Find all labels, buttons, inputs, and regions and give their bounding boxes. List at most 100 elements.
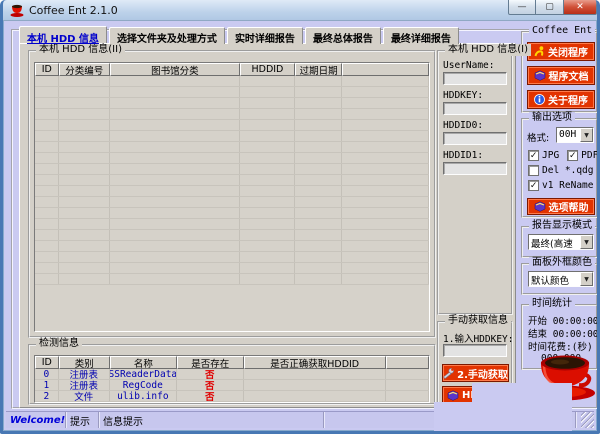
maximize-button[interactable]: ▢ [536,0,564,15]
table-cell [342,186,429,196]
group-title: 输出选项 [529,112,575,124]
column-header[interactable]: 是否存在 [177,356,244,369]
close-program-button[interactable]: 关闭程序 [527,42,595,61]
report-mode-select[interactable]: 最终(高速 ▼ [528,234,594,250]
group-title: 本机 HDD 信息(I) [445,44,531,56]
checkbox-label: PDF [581,150,598,161]
empty-checkbox[interactable] [528,165,539,176]
close-button[interactable]: ✕ [564,0,597,15]
table-row[interactable]: 0注册表SSReaderData否 [35,369,429,380]
table-cell [342,219,429,229]
field-input[interactable] [443,162,507,175]
column-header[interactable]: 过期日期 [295,63,342,76]
checkbox-jpg[interactable]: ✓JPG [528,150,559,161]
checkbox-del-qdg[interactable]: Del *.qdg [528,165,593,176]
column-header[interactable]: 分类编号 [59,63,110,76]
table-cell [59,402,110,403]
table-cell [59,263,110,273]
table-row[interactable]: 2文件ulib.info否 [35,391,429,402]
column-header[interactable]: ID [35,356,59,369]
table-cell [240,109,295,119]
tab-1[interactable]: 选择文件夹及处理方式 [109,27,225,44]
detect-info-table[interactable]: ID类别名称是否存在是否正确获取HDDID0注册表SSReaderData否1注… [34,355,430,403]
table-cell [59,241,110,251]
table-cell [342,131,429,141]
table-cell [295,120,342,130]
tab-4[interactable]: 最终详细报告 [383,27,459,44]
title-bar[interactable]: Coffee Ent 2.1.0 — ▢ ✕ [3,0,597,21]
tab-2[interactable]: 实时详细报告 [227,27,303,44]
field-input[interactable] [443,102,507,115]
table-cell [342,120,429,130]
table-cell [35,230,59,240]
resize-grip[interactable] [581,412,594,428]
table-empty-row [35,402,429,403]
table-cell [342,274,429,284]
column-header[interactable]: 图书馆分类 [110,63,240,76]
table-cell [240,98,295,108]
chevron-down-icon[interactable]: ▼ [580,235,593,249]
table-cell [244,402,386,403]
table-cell: 0 [35,369,59,379]
checkbox-label: Del *.qdg [542,165,593,176]
options-help-button[interactable]: 选项帮助 [527,198,595,215]
chevron-down-icon[interactable]: ▼ [580,272,593,286]
table-cell [295,87,342,97]
manual-get-button[interactable]: 2.手动获取 [442,364,509,382]
checkmark-icon[interactable]: ✓ [528,180,539,191]
column-header[interactable] [386,356,429,369]
program-docs-button[interactable]: 程序文档 [527,66,595,85]
format-select[interactable]: 00H ▼ [556,127,594,143]
table-cell [342,142,429,152]
column-header[interactable]: ID [35,63,59,76]
tab-3[interactable]: 最终总体报告 [305,27,381,44]
table-cell [110,197,240,207]
field-input[interactable] [443,132,507,145]
time-end: 结束 00:00:00 [528,326,599,340]
field-input[interactable] [443,72,507,85]
checkbox-v1-rename[interactable]: ✓v1 ReName [528,180,593,191]
hdd-info-table[interactable]: ID分类编号图书馆分类HDDID过期日期 [34,62,430,332]
manual-hddkey-input[interactable] [443,344,507,357]
tab-0[interactable]: 本机 HDD 信息 [19,26,107,43]
table-cell [110,142,240,152]
table-cell [244,369,386,379]
table-cell [59,98,110,108]
table-cell [59,120,110,130]
table-cell [35,131,59,141]
table-cell [295,153,342,163]
table-cell: RegCode [110,380,177,390]
table-empty-row [35,197,429,208]
table-empty-row [35,230,429,241]
table-empty-row [35,153,429,164]
column-header[interactable]: 名称 [110,356,177,369]
checkmark-icon[interactable]: ✓ [528,150,539,161]
table-empty-row [35,186,429,197]
panel-color-select[interactable]: 默认颜色 ▼ [528,271,594,287]
checkbox-row: ✓v1 ReName [528,180,593,191]
table-cell [110,131,240,141]
table-cell [240,131,295,141]
table-empty-row [35,98,429,109]
table-cell [342,197,429,207]
minimize-button[interactable]: — [508,0,536,15]
column-header[interactable] [342,63,429,76]
field-label: HDDID1: [443,150,483,161]
chevron-down-icon[interactable]: ▼ [580,128,593,142]
column-header[interactable]: 是否正确获取HDDID [244,356,386,369]
about-program-button[interactable]: 关于程序 [527,90,595,109]
column-header[interactable]: HDDID [240,63,295,76]
checkmark-icon[interactable]: ✓ [567,150,578,161]
table-row[interactable]: 1注册表RegCode否 [35,380,429,391]
column-header[interactable]: 类别 [59,356,110,369]
table-cell [386,391,429,401]
status-hint: 提示 [66,412,99,428]
table-cell [35,164,59,174]
table-cell [110,274,240,284]
checkbox-pdf[interactable]: ✓PDF [567,150,598,161]
table-cell [59,142,110,152]
table-cell [177,402,244,403]
table-cell [35,219,59,229]
table-cell [35,402,59,403]
table-cell [295,208,342,218]
